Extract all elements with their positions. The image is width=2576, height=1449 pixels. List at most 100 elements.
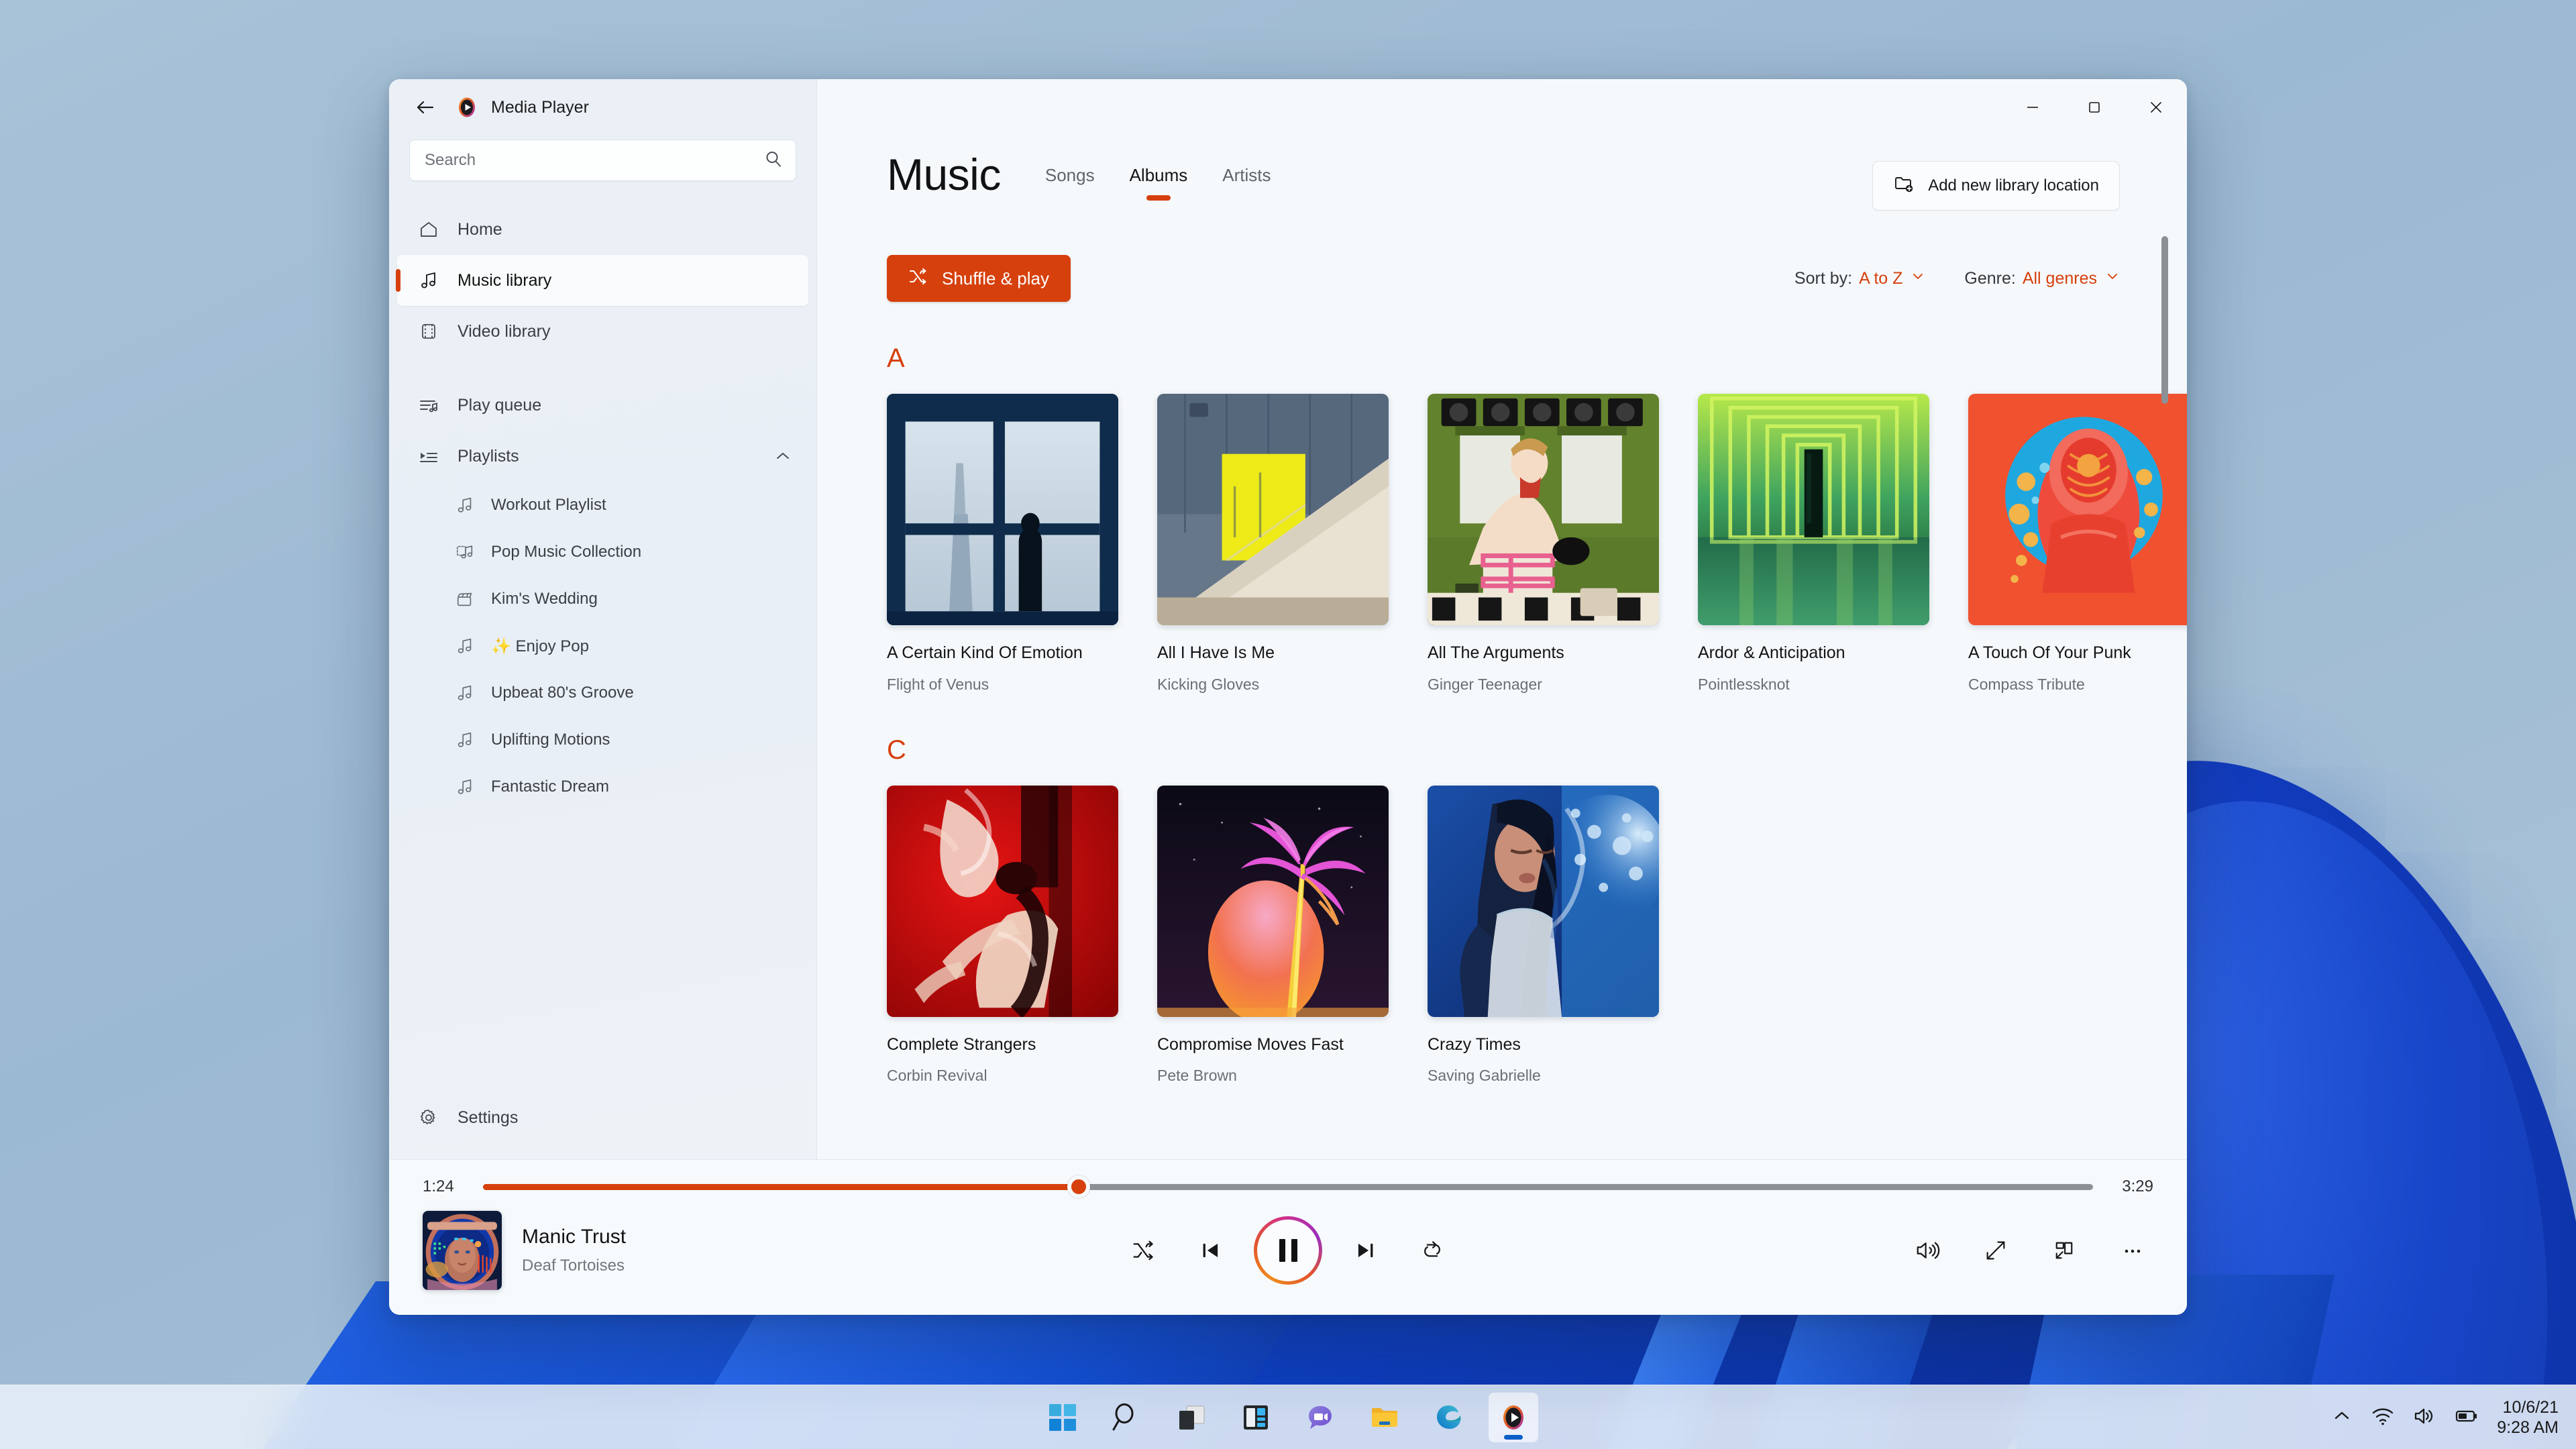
music-note-icon <box>453 495 476 515</box>
sidebar-item-enjoy-pop[interactable]: ✨ Enjoy Pop <box>397 623 808 669</box>
shuffle-label: Shuffle & play <box>942 268 1049 288</box>
maximize-button[interactable] <box>2063 79 2125 136</box>
show-hidden-icons-button[interactable] <box>2330 1405 2353 1431</box>
tab-songs[interactable]: Songs <box>1045 165 1095 201</box>
album-title: All I Have Is Me <box>1157 643 1275 662</box>
gear-icon <box>417 1107 440 1128</box>
sidebar-item-upbeat-80s-groove[interactable]: Upbeat 80's Groove <box>397 669 808 716</box>
album-card[interactable]: Ardor & Anticipation Pointlessknot <box>1698 394 1929 694</box>
chevron-down-icon <box>2105 269 2120 288</box>
clapperboard-icon <box>453 589 476 609</box>
media-player-logo-icon <box>455 95 479 119</box>
repeat-button[interactable] <box>1411 1230 1453 1271</box>
album-card[interactable]: All I Have Is Me Kicking Gloves <box>1157 394 1389 694</box>
sidebar-item-fantastic-dream[interactable]: Fantastic Dream <box>397 763 808 810</box>
album-art[interactable] <box>887 394 1118 625</box>
next-track-button[interactable] <box>1344 1230 1386 1271</box>
now-playing[interactable]: Manic Trust Deaf Tortoises <box>423 1211 626 1290</box>
chat-button[interactable] <box>1295 1393 1345 1442</box>
now-playing-album-art[interactable] <box>423 1211 502 1290</box>
folder-add-icon <box>1893 173 1915 199</box>
transport-controls <box>1123 1216 1453 1285</box>
sidebar-item-label: Pop Music Collection <box>491 543 642 561</box>
minimize-button[interactable] <box>2002 79 2063 136</box>
close-button[interactable] <box>2125 79 2187 136</box>
volume-icon[interactable] <box>2412 1404 2436 1432</box>
tab-artists[interactable]: Artists <box>1222 165 1271 201</box>
album-title: All The Arguments <box>1428 643 1564 662</box>
play-pause-button[interactable] <box>1254 1216 1322 1285</box>
taskbar-time: 9:28 AM <box>2497 1418 2559 1437</box>
search-box[interactable] <box>409 140 796 181</box>
sidebar-item-music-library[interactable]: Music library <box>397 255 808 306</box>
edge-button[interactable] <box>1424 1393 1474 1442</box>
sidebar-item-playlists[interactable]: Playlists <box>397 431 808 482</box>
album-art[interactable] <box>1157 394 1389 625</box>
search-button[interactable] <box>1102 1393 1152 1442</box>
battery-icon[interactable] <box>2454 1403 2479 1432</box>
album-card[interactable]: A Touch Of Your Punk Compass Tribute <box>1968 394 2187 694</box>
album-artist: Compass Tribute <box>1968 675 2085 693</box>
vertical-scrollbar[interactable] <box>2161 236 2168 404</box>
music-note-icon <box>453 636 476 656</box>
sidebar-item-pop-music-collection[interactable]: Pop Music Collection <box>397 529 808 576</box>
search-input[interactable] <box>425 151 763 170</box>
album-art[interactable] <box>1157 785 1389 1017</box>
album-art[interactable] <box>1428 785 1659 1017</box>
album-card[interactable]: Crazy Times Saving Gabrielle <box>1428 785 1659 1085</box>
wifi-icon[interactable] <box>2371 1404 2395 1432</box>
genre-value-wrap[interactable]: All genres <box>2023 269 2120 288</box>
tab-albums[interactable]: Albums <box>1130 165 1188 201</box>
seek-row: 1:24 3:29 <box>423 1160 2153 1198</box>
seek-slider[interactable] <box>483 1175 2093 1198</box>
album-art[interactable] <box>1698 394 1929 625</box>
sort-by-control[interactable]: Sort by: A to Z <box>1794 269 1925 288</box>
album-title: Crazy Times <box>1428 1034 1521 1054</box>
seek-thumb[interactable] <box>1067 1175 1090 1198</box>
sidebar-item-label: Uplifting Motions <box>491 731 610 749</box>
album-artist: Flight of Venus <box>887 675 989 693</box>
sidebar-item-settings[interactable]: Settings <box>397 1092 808 1143</box>
window-controls <box>817 79 2187 136</box>
volume-button[interactable] <box>1907 1230 1948 1271</box>
pause-icon <box>1279 1239 1297 1262</box>
taskbar-clock[interactable]: 10/6/21 9:28 AM <box>2497 1397 2559 1438</box>
album-artist: Pointlessknot <box>1698 675 1790 693</box>
back-button[interactable] <box>408 90 443 125</box>
sidebar-item-home[interactable]: Home <box>397 204 808 255</box>
chevron-up-icon[interactable] <box>773 447 792 466</box>
sidebar-item-play-queue[interactable]: Play queue <box>397 380 808 431</box>
sidebar-item-workout-playlist[interactable]: Workout Playlist <box>397 482 808 529</box>
sidebar-item-uplifting-motions[interactable]: Uplifting Motions <box>397 716 808 763</box>
start-button[interactable] <box>1038 1393 1087 1442</box>
sort-by-value: A to Z <box>1859 268 1903 288</box>
album-card[interactable]: Complete Strangers Corbin Revival <box>887 785 1118 1085</box>
shuffle-and-play-button[interactable]: Shuffle & play <box>887 255 1071 302</box>
add-new-library-location-button[interactable]: Add new library location <box>1872 161 2120 211</box>
album-artist: Saving Gabrielle <box>1428 1067 1541 1084</box>
album-card[interactable]: A Certain Kind Of Emotion Flight of Venu… <box>887 394 1118 694</box>
sidebar-item-video-library[interactable]: Video library <box>397 306 808 357</box>
album-art[interactable] <box>887 785 1118 1017</box>
previous-track-button[interactable] <box>1190 1230 1232 1271</box>
playlist-icon <box>417 445 440 467</box>
shuffle-button[interactable] <box>1123 1230 1165 1271</box>
album-art[interactable] <box>1428 394 1659 625</box>
sort-by-value-wrap[interactable]: A to Z <box>1859 269 1925 288</box>
sidebar-item-kims-wedding[interactable]: Kim's Wedding <box>397 576 808 623</box>
genre-control[interactable]: Genre: All genres <box>1964 269 2120 288</box>
album-card[interactable]: All The Arguments Ginger Teenager <box>1428 394 1659 694</box>
fullscreen-button[interactable] <box>1975 1230 2017 1271</box>
widgets-button[interactable] <box>1231 1393 1281 1442</box>
more-options-button[interactable] <box>2112 1230 2153 1271</box>
media-player-button[interactable] <box>1489 1392 1538 1442</box>
album-card[interactable]: Compromise Moves Fast Pete Brown <box>1157 785 1389 1085</box>
mini-player-button[interactable] <box>2043 1230 2085 1271</box>
task-view-button[interactable] <box>1167 1393 1216 1442</box>
video-icon <box>417 321 440 342</box>
album-title: Complete Strangers <box>887 1034 1036 1054</box>
group-letter-a: A <box>887 343 905 373</box>
album-art[interactable] <box>1968 394 2187 625</box>
file-explorer-button[interactable] <box>1360 1393 1409 1442</box>
